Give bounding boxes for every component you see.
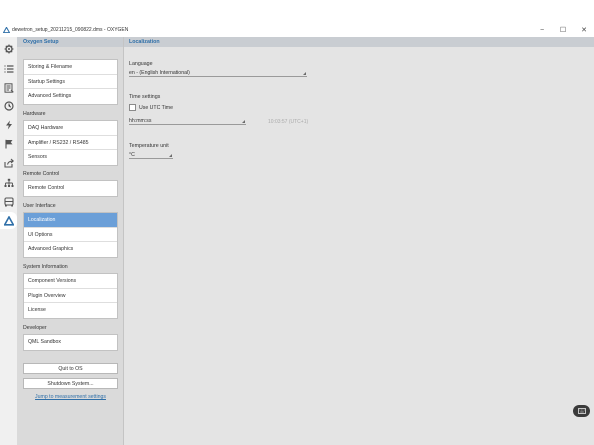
oxygen-logo-icon [3, 27, 10, 33]
time-format-select[interactable]: hh:mm:ss [129, 118, 246, 125]
nav-group-system-information: Component Versions Plugin Overview Licen… [23, 273, 118, 319]
time-settings-label: Time settings [129, 94, 161, 100]
nav-group-user-interface: Localization UI Options Advanced Graphic… [23, 212, 118, 258]
dropdown-arrow-icon [169, 154, 172, 157]
nav-group-hardware: DAQ Hardware Amplifier / RS232 / RS485 S… [23, 120, 118, 166]
window-titlebar: dewetron_setup_20211215_090822.dms - OXY… [0, 0, 594, 37]
language-select[interactable]: en - (English International) [129, 70, 307, 77]
nav-section-user-interface: User Interface [23, 203, 56, 209]
nav-item-sensors[interactable]: Sensors [24, 150, 117, 165]
nav-item-qml-sandbox[interactable]: QML Sandbox [24, 335, 117, 350]
nav-item-daq-hardware[interactable]: DAQ Hardware [24, 121, 117, 136]
flag-icon[interactable] [2, 137, 15, 150]
nav-group-remote-control: Remote Control [23, 180, 118, 197]
language-label: Language [129, 61, 153, 67]
keyboard-icon [577, 408, 586, 414]
shutdown-system-button[interactable]: Shutdown System... [23, 378, 118, 389]
dropdown-arrow-icon [303, 72, 306, 75]
dropdown-arrow-icon [242, 120, 245, 123]
temperature-unit-select[interactable]: °C [129, 152, 173, 159]
close-button[interactable]: ✕ [578, 26, 590, 35]
nav-item-advanced-graphics[interactable]: Advanced Graphics [24, 242, 117, 257]
nav-item-component-versions[interactable]: Component Versions [24, 274, 117, 289]
jump-to-measurement-settings-link[interactable]: Jump to measurement settings [23, 394, 118, 400]
language-select-value: en - (English International) [129, 70, 190, 76]
export-icon[interactable] [2, 156, 15, 169]
time-format-value: hh:mm:ss [129, 118, 152, 124]
localization-panel: Localization Language en - (English Inte… [124, 37, 594, 445]
minimize-button[interactable]: − [536, 26, 548, 35]
nav-item-localization[interactable]: Localization [24, 213, 117, 228]
nav-item-storing-filename[interactable]: Storing & Filename [24, 60, 117, 75]
time-preview: 10:03:57 (UTC+1) [268, 119, 309, 125]
nav-section-hardware: Hardware [23, 111, 46, 117]
clock-icon[interactable] [2, 99, 15, 112]
nav-section-system-information: System Information [23, 264, 68, 270]
nav-item-remote-control[interactable]: Remote Control [24, 181, 117, 196]
oxygen-logo-icon[interactable] [0, 212, 17, 229]
nav-item-ui-options[interactable]: UI Options [24, 228, 117, 242]
nav-item-plugin-overview[interactable]: Plugin Overview [24, 289, 117, 303]
temperature-unit-value: °C [129, 152, 135, 158]
nav-section-developer: Developer [23, 325, 47, 331]
gear-icon[interactable] [2, 42, 15, 55]
nav-group-general: Storing & Filename Startup Settings Adva… [23, 59, 118, 105]
list-icon[interactable] [2, 62, 15, 75]
nav-section-remote-control: Remote Control [23, 171, 60, 177]
temperature-unit-label: Temperature unit [129, 143, 169, 149]
nav-item-amplifier-rs232-rs485[interactable]: Amplifier / RS232 / RS485 [24, 136, 117, 150]
icon-strip [0, 37, 17, 445]
use-utc-time-checkbox[interactable] [129, 104, 136, 111]
nav-item-license[interactable]: License [24, 303, 117, 318]
nav-panel-title: Oxygen Setup [17, 37, 123, 47]
quit-to-os-button[interactable]: Quit to OS [23, 363, 118, 374]
maximize-button[interactable]: ☐ [557, 26, 569, 35]
lightning-icon[interactable] [2, 118, 15, 131]
window-title: dewetron_setup_20211215_090822.dms - OXY… [12, 27, 129, 33]
settings-nav-panel: Oxygen Setup Storing & Filename Startup … [17, 37, 124, 445]
nav-item-startup-settings[interactable]: Startup Settings [24, 75, 117, 89]
network-icon[interactable] [2, 176, 15, 189]
page-title: Localization [124, 37, 594, 47]
keyboard-button[interactable] [573, 405, 590, 417]
nav-group-developer: QML Sandbox [23, 334, 118, 351]
report-icon[interactable] [2, 81, 15, 94]
vehicle-icon[interactable] [2, 195, 15, 208]
use-utc-time-label: Use UTC Time [139, 105, 174, 111]
nav-item-advanced-settings[interactable]: Advanced Settings [24, 89, 117, 104]
